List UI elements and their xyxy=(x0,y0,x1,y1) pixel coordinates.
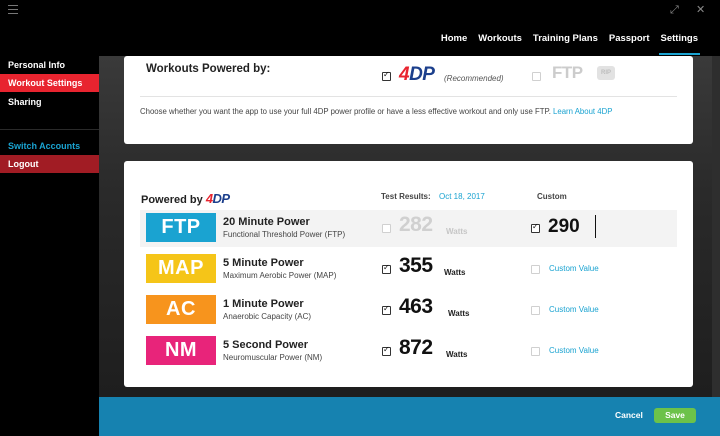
recommended-label: (Recommended) xyxy=(444,74,504,83)
test-result-checkbox[interactable] xyxy=(382,304,391,315)
custom-value-input[interactable]: 290 xyxy=(548,216,580,238)
learn-about-4dp-link[interactable]: Learn About 4DP xyxy=(553,107,612,116)
custom-value-link[interactable]: Custom Value xyxy=(549,346,599,355)
4dp-logo: 4DP xyxy=(399,64,435,85)
test-date-link[interactable]: Oct 18, 2017 xyxy=(439,192,485,201)
row-title: 1 Minute Power xyxy=(223,298,304,310)
close-icon[interactable]: ✕ xyxy=(696,4,705,16)
test-result-value: 282 xyxy=(399,213,433,236)
powered-by-title: Workouts Powered by: xyxy=(146,63,271,75)
watts-unit: Watts xyxy=(446,227,468,236)
nav-training-plans[interactable]: Training Plans xyxy=(533,33,598,55)
main-nav: Home Workouts Training Plans Passport Se… xyxy=(430,33,701,55)
4dp-option-checkbox[interactable] xyxy=(382,70,391,81)
text-cursor xyxy=(595,215,596,238)
top-bar: ⤢ ✕ Home Workouts Training Plans Passpor… xyxy=(0,0,720,56)
nm-badge: NM xyxy=(146,336,216,365)
custom-header: Custom xyxy=(537,192,567,201)
row-title: 5 Second Power xyxy=(223,339,308,351)
save-button[interactable]: Save xyxy=(654,408,696,423)
hamburger-icon[interactable] xyxy=(8,5,18,14)
sidebar-item-sharing[interactable]: Sharing xyxy=(0,93,99,111)
nav-settings[interactable]: Settings xyxy=(658,33,701,55)
row-subtitle: Anaerobic Capacity (AC) xyxy=(223,312,312,321)
test-result-value: 355 xyxy=(399,254,433,277)
map-badge: MAP xyxy=(146,254,216,283)
test-result-value: 872 xyxy=(399,336,433,359)
scrollbar[interactable] xyxy=(712,56,720,397)
nav-home[interactable]: Home xyxy=(441,33,467,55)
footer-bar: Cancel Save xyxy=(99,397,720,436)
ftp-badge: FTP xyxy=(146,213,216,242)
powered-by-card: Workouts Powered by: 4DP (Recommended) F… xyxy=(124,56,693,144)
power-row-ftp: FTP 20 Minute Power Functional Threshold… xyxy=(140,210,677,247)
rip-badge: RIP xyxy=(597,66,615,80)
description-text: Choose whether you want the app to use y… xyxy=(140,107,613,116)
ac-badge: AC xyxy=(146,295,216,324)
custom-checkbox[interactable] xyxy=(531,347,540,356)
sidebar-item-workout-settings[interactable]: Workout Settings xyxy=(0,74,99,92)
row-subtitle: Maximum Aerobic Power (MAP) xyxy=(223,271,337,280)
ftp-option-checkbox[interactable] xyxy=(532,72,541,81)
powered-by-heading: Powered by 4DP xyxy=(141,191,230,206)
power-row-nm: NM 5 Second Power Neuromuscular Power (N… xyxy=(140,333,677,370)
nav-workouts[interactable]: Workouts xyxy=(478,33,522,55)
watts-unit: Watts xyxy=(444,268,466,277)
test-result-checkbox[interactable] xyxy=(382,224,391,233)
nav-passport[interactable]: Passport xyxy=(609,33,650,55)
4dp-logo-small: 4DP xyxy=(205,191,230,206)
sidebar-item-personal-info[interactable]: Personal Info xyxy=(0,56,99,74)
sidebar: Personal Info Workout Settings Sharing S… xyxy=(0,56,99,436)
custom-checkbox[interactable] xyxy=(531,306,540,315)
custom-checkbox[interactable] xyxy=(531,265,540,274)
maximize-icon[interactable]: ⤢ xyxy=(670,4,679,16)
test-result-checkbox[interactable] xyxy=(382,345,391,356)
test-result-value: 463 xyxy=(399,295,433,318)
sidebar-item-logout[interactable]: Logout xyxy=(0,155,99,173)
custom-checkbox[interactable] xyxy=(531,222,540,233)
row-subtitle: Functional Threshold Power (FTP) xyxy=(223,230,346,239)
ftp-option-label: FTP xyxy=(552,63,583,82)
watts-unit: Watts xyxy=(446,350,468,359)
sidebar-divider xyxy=(0,129,99,130)
row-title: 5 Minute Power xyxy=(223,257,304,269)
custom-value-link[interactable]: Custom Value xyxy=(549,264,599,273)
power-row-map: MAP 5 Minute Power Maximum Aerobic Power… xyxy=(140,251,677,288)
custom-value-link[interactable]: Custom Value xyxy=(549,305,599,314)
test-result-checkbox[interactable] xyxy=(382,263,391,274)
sidebar-item-switch-accounts[interactable]: Switch Accounts xyxy=(0,137,99,155)
card-divider xyxy=(140,96,677,97)
power-profile-card: Powered by 4DP Test Results: Oct 18, 201… xyxy=(124,161,693,387)
power-row-ac: AC 1 Minute Power Anaerobic Capacity (AC… xyxy=(140,292,677,329)
watts-unit: Watts xyxy=(448,309,470,318)
row-subtitle: Neuromuscular Power (NM) xyxy=(223,353,323,362)
row-title: 20 Minute Power xyxy=(223,216,310,228)
cancel-button[interactable]: Cancel xyxy=(615,410,643,420)
test-results-header: Test Results: xyxy=(381,192,431,201)
